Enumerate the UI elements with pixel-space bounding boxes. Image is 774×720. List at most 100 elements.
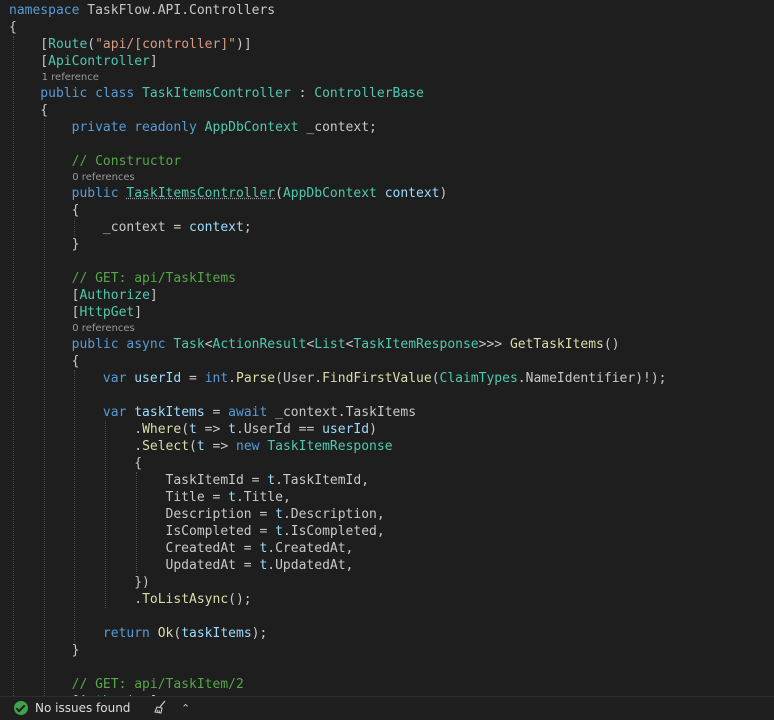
code-line[interactable]: private readonly AppDbContext _context;	[9, 119, 774, 136]
code-token: var	[9, 405, 135, 420]
code-token: HttpGet	[79, 305, 135, 320]
code-token: TaskItemResponse	[267, 439, 393, 454]
code-token: FindFirstValue	[322, 371, 432, 386]
code-token: ControllerBase	[314, 86, 424, 101]
code-token: new	[236, 439, 268, 454]
code-line[interactable]: [HttpGet]	[9, 304, 774, 321]
code-token: "api/[controller]"	[95, 37, 236, 52]
code-line[interactable]: {	[9, 455, 774, 472]
code-token: ]	[149, 288, 158, 303]
code-line[interactable]: Title = t.Title,	[9, 489, 774, 506]
code-token: TaskItemsController	[126, 186, 276, 201]
status-bar: No issues found ⌃	[0, 696, 774, 720]
code-token: t	[228, 422, 236, 437]
code-token: ApiController	[48, 54, 150, 69]
code-token: Parse	[236, 371, 276, 386]
codelens-references[interactable]: 1 reference	[42, 72, 99, 84]
code-token: AppDbContext	[282, 186, 377, 201]
code-token: =	[204, 405, 229, 420]
code-token: .NameIdentifier)!);	[517, 371, 667, 386]
code-token: ActionResult	[212, 337, 307, 352]
check-circle-icon[interactable]	[14, 701, 28, 715]
code-token: List	[314, 337, 346, 352]
code-line[interactable]: })	[9, 574, 774, 591]
issues-status-text[interactable]: No issues found	[35, 701, 130, 715]
code-line[interactable]: CreatedAt = t.CreatedAt,	[9, 540, 774, 557]
code-token: .Title,	[235, 490, 291, 505]
code-token: userId	[134, 371, 182, 386]
code-token: public	[9, 186, 127, 201]
code-line[interactable]: return Ok(taskItems);	[9, 625, 774, 642]
code-line[interactable]: var userId = int.Parse(User.FindFirstVal…	[9, 370, 774, 387]
code-token: TaskItemsController	[142, 86, 291, 101]
code-token: >>>	[478, 337, 510, 352]
code-line[interactable]: {	[9, 353, 774, 370]
code-line[interactable]: {	[9, 102, 774, 119]
code-token: context	[189, 220, 244, 235]
code-line[interactable]	[9, 608, 774, 625]
code-line[interactable]: }	[9, 642, 774, 659]
code-token: .TaskItemId,	[275, 473, 370, 488]
code-token: AppDbContext	[204, 120, 299, 135]
code-token: })	[9, 575, 150, 590]
code-token: .	[9, 439, 143, 454]
code-token: (	[275, 186, 283, 201]
code-token: userId	[322, 422, 370, 437]
code-line[interactable]: }	[9, 236, 774, 253]
code-token: _context;	[298, 120, 377, 135]
codelens-references[interactable]: 0 references	[72, 323, 135, 335]
code-line[interactable]: IsCompleted = t.IsCompleted,	[9, 523, 774, 540]
code-line[interactable]: .ToListAsync();	[9, 591, 774, 608]
code-token: .UserId ==	[236, 422, 323, 437]
code-line[interactable]: {	[9, 202, 774, 219]
code-token: Select	[142, 439, 190, 454]
code-token: (	[181, 422, 190, 437]
code-token: [	[9, 54, 49, 69]
code-line[interactable]	[9, 136, 774, 153]
broom-icon[interactable]	[153, 699, 169, 715]
code-token: )	[369, 422, 377, 437]
code-line[interactable]: Description = t.Description,	[9, 506, 774, 523]
code-token: ()	[603, 337, 620, 352]
code-token: ]	[134, 305, 143, 320]
code-token: (	[431, 371, 440, 386]
code-line[interactable]: var taskItems = await _context.TaskItems	[9, 404, 774, 421]
code-line[interactable]: public async Task<ActionResult<List<Task…	[9, 336, 774, 353]
code-line[interactable]: .Where(t => t.UserId == userId)	[9, 421, 774, 438]
code-token: =	[181, 371, 205, 386]
code-token: .	[9, 422, 143, 437]
code-line[interactable]: // GET: api/TaskItems	[9, 270, 774, 287]
code-line[interactable]: // Constructor	[9, 153, 774, 170]
codelens-references[interactable]: 0 references	[72, 172, 135, 184]
code-line[interactable]	[9, 387, 774, 404]
code-token: (User.	[275, 371, 323, 386]
code-line[interactable]: {	[9, 19, 774, 36]
code-token: );	[251, 626, 268, 641]
code-line[interactable]: namespace TaskFlow.API.Controllers	[9, 2, 774, 19]
code-token: var	[9, 371, 135, 386]
code-line[interactable]: public class TaskItemsController : Contr…	[9, 85, 774, 102]
code-token: {	[9, 20, 17, 35]
code-line[interactable]: [Authorize]	[9, 287, 774, 304]
code-token: t	[275, 524, 283, 539]
code-token: taskItems	[181, 626, 252, 641]
code-line[interactable]: public TaskItemsController(AppDbContext …	[9, 185, 774, 202]
code-token: taskItems	[134, 405, 205, 420]
code-line[interactable]	[9, 659, 774, 676]
code-token: TaskItemId =	[9, 473, 268, 488]
code-token: Title =	[9, 490, 229, 505]
code-line[interactable]: .Select(t => new TaskItemResponse	[9, 438, 774, 455]
code-token: t	[228, 490, 236, 505]
code-line[interactable]: [Route("api/[controller]")]	[9, 36, 774, 53]
code-line[interactable]: TaskItemId = t.TaskItemId,	[9, 472, 774, 489]
code-line[interactable]: UpdatedAt = t.UpdatedAt,	[9, 557, 774, 574]
code-editor[interactable]: namespace TaskFlow.API.Controllers{ [Rou…	[0, 0, 774, 696]
code-token: .IsCompleted,	[282, 524, 385, 539]
code-line[interactable]: [ApiController]	[9, 53, 774, 70]
code-token: =>	[196, 422, 229, 437]
code-line[interactable]: // GET: api/TaskItem/2	[9, 676, 774, 693]
code-line[interactable]: _context = context;	[9, 219, 774, 236]
code-token: ]	[149, 54, 158, 69]
code-line[interactable]	[9, 253, 774, 270]
chevron-up-icon[interactable]: ⌃	[181, 702, 190, 715]
